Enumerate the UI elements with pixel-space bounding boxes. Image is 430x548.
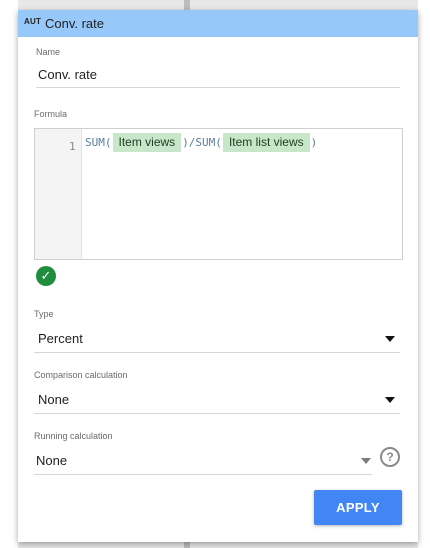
line-number: 1 xyxy=(69,140,76,153)
line-gutter: 1 xyxy=(35,129,82,259)
aut-badge: AUT xyxy=(24,17,42,26)
formula-code[interactable]: SUM( Item views )/SUM( Item list views ) xyxy=(85,132,317,152)
caret-down-icon xyxy=(361,458,371,464)
running-label: Running calculation xyxy=(34,431,113,441)
background-right xyxy=(418,0,430,548)
formula-label: Formula xyxy=(34,109,68,119)
comparison-label: Comparison calculation xyxy=(34,370,128,380)
close-paren: ) xyxy=(310,135,318,149)
sum-function: SUM( xyxy=(85,135,112,149)
field-chip-item-views[interactable]: Item views xyxy=(112,132,182,152)
apply-button[interactable]: APPLY xyxy=(314,490,402,525)
caret-down-icon xyxy=(385,336,395,342)
panel-title: Conv. rate xyxy=(45,16,105,31)
type-label: Type xyxy=(34,309,54,319)
check-circle-icon: ✓ xyxy=(36,266,56,286)
type-underline xyxy=(34,352,400,353)
name-input[interactable]: Conv. rate xyxy=(38,67,97,82)
type-value: Percent xyxy=(38,331,83,346)
comparison-underline xyxy=(34,413,400,414)
panel-header: AUT Conv. rate xyxy=(18,10,418,37)
background-divider xyxy=(184,0,190,10)
background-left xyxy=(0,0,18,548)
running-underline xyxy=(34,474,372,475)
caret-down-icon xyxy=(385,397,395,403)
calculated-field-panel: AUT Conv. rate Name Conv. rate Formula 1… xyxy=(18,10,418,542)
name-underline xyxy=(36,87,400,88)
question-circle-icon[interactable]: ? xyxy=(380,447,400,467)
comparison-value: None xyxy=(38,392,70,407)
divide-sum-function: )/SUM( xyxy=(182,135,222,149)
field-chip-item-list-views[interactable]: Item list views xyxy=(222,132,310,152)
running-value: None xyxy=(36,453,68,468)
formula-editor[interactable]: 1 SUM( Item views )/SUM( Item list views… xyxy=(34,128,403,260)
name-label: Name xyxy=(36,47,61,57)
